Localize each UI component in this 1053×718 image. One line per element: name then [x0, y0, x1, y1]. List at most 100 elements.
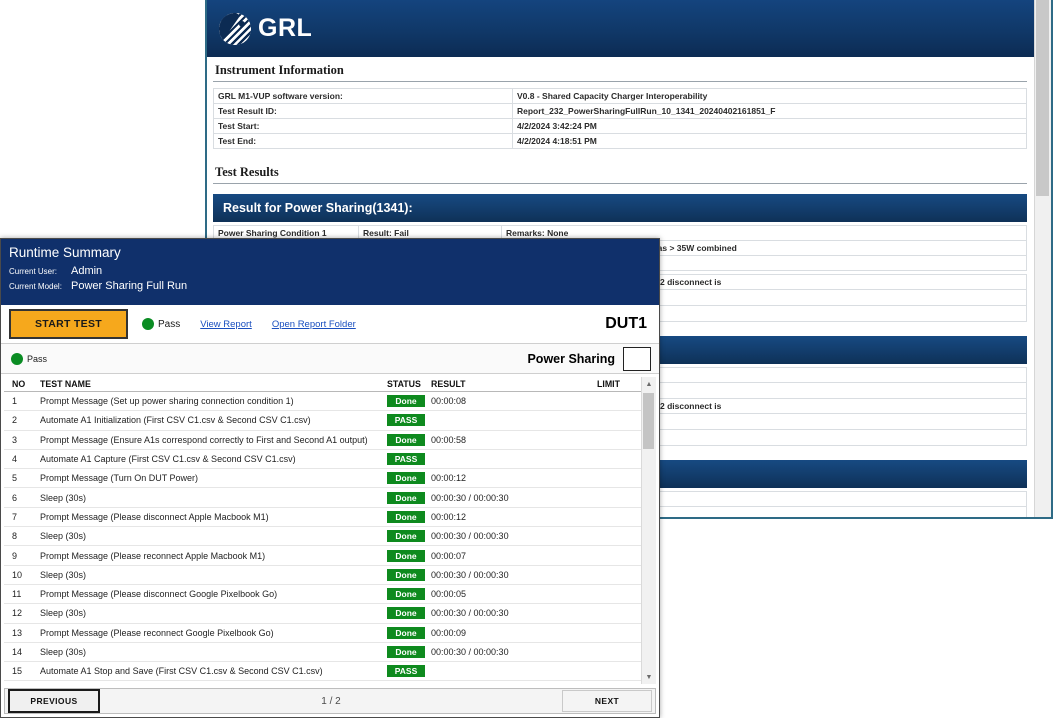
- row-number: 7: [4, 507, 37, 526]
- status-badge: Done: [387, 530, 425, 542]
- row-limit: [594, 392, 642, 411]
- row-test-name: Prompt Message (Please reconnect Apple M…: [37, 546, 384, 565]
- next-button[interactable]: NEXT: [562, 690, 652, 712]
- grid-scrollbar-thumb[interactable]: [643, 393, 654, 449]
- row-limit: [594, 411, 642, 430]
- row-status-cell: Done: [384, 546, 428, 565]
- runtime-suite-bar: Pass Power Sharing: [1, 344, 659, 374]
- scroll-up-arrow-icon[interactable]: ▲: [642, 377, 656, 391]
- table-row[interactable]: 8Sleep (30s)Done00:00:30 / 00:00:30: [4, 527, 642, 546]
- table-row: GRL M1-VUP software version:V0.8 - Share…: [214, 89, 1027, 104]
- row-test-name: Prompt Message (Set up power sharing con…: [37, 392, 384, 411]
- status-badge: PASS: [387, 665, 425, 677]
- current-model-value: Power Sharing Full Run: [71, 280, 187, 292]
- row-result: [428, 681, 594, 684]
- row-status-cell: PASS: [384, 662, 428, 681]
- row-number: 10: [4, 565, 37, 584]
- status-badge: PASS: [387, 414, 425, 426]
- row-result: 00:00:12: [428, 469, 594, 488]
- table-row[interactable]: 12Sleep (30s)Done00:00:30 / 00:00:30: [4, 604, 642, 623]
- row-status-cell: Done: [384, 565, 428, 584]
- row-number: 16: [4, 681, 37, 684]
- row-test-name: Sleep (30s): [37, 604, 384, 623]
- table-row[interactable]: 1Prompt Message (Set up power sharing co…: [4, 392, 642, 411]
- runtime-footer-nav: PREVIOUS 1 / 2 NEXT: [4, 688, 656, 714]
- table-row[interactable]: 3Prompt Message (Ensure A1s correspond c…: [4, 430, 642, 449]
- status-badge: Done: [387, 569, 425, 581]
- column-header-no[interactable]: NO: [4, 377, 37, 392]
- test-results-grid-wrapper: NO TEST NAME STATUS RESULT LIMIT 1Prompt…: [4, 377, 656, 684]
- row-result: 00:00:30 / 00:00:30: [428, 488, 594, 507]
- report-scrollbar-thumb[interactable]: [1036, 0, 1049, 196]
- table-row[interactable]: 7Prompt Message (Please disconnect Apple…: [4, 507, 642, 526]
- table-row: Test Result ID:Report_232_PowerSharingFu…: [214, 104, 1027, 119]
- current-user-value: Admin: [71, 265, 102, 277]
- info-key: GRL M1-VUP software version:: [214, 89, 513, 104]
- row-limit: [594, 623, 642, 642]
- column-header-name[interactable]: TEST NAME: [37, 377, 384, 392]
- status-badge: PASS: [387, 453, 425, 465]
- table-row[interactable]: 16Process CSV For Power Sharing (First C…: [4, 681, 642, 684]
- column-header-status[interactable]: STATUS: [384, 377, 428, 392]
- grid-vertical-scrollbar[interactable]: ▲ ▼: [641, 377, 656, 684]
- row-result: 00:00:07: [428, 546, 594, 565]
- column-header-limit[interactable]: LIMIT: [594, 377, 642, 392]
- previous-button[interactable]: PREVIOUS: [8, 689, 100, 713]
- row-limit: [594, 681, 642, 684]
- table-row[interactable]: 2Automate A1 Initialization (First CSV C…: [4, 411, 642, 430]
- row-limit: [594, 507, 642, 526]
- status-badge: Done: [387, 588, 425, 600]
- row-limit: [594, 430, 642, 449]
- row-number: 14: [4, 642, 37, 661]
- table-row[interactable]: 11Prompt Message (Please disconnect Goog…: [4, 584, 642, 603]
- row-number: 3: [4, 430, 37, 449]
- view-report-link[interactable]: View Report: [200, 319, 252, 330]
- row-status-cell: PASS: [384, 411, 428, 430]
- start-test-button[interactable]: START TEST: [9, 309, 128, 339]
- status-dot-icon: [142, 318, 154, 330]
- row-number: 15: [4, 662, 37, 681]
- status-badge: Done: [387, 434, 425, 446]
- info-value: 4/2/2024 4:18:51 PM: [513, 134, 1027, 149]
- info-key: Test Start:: [214, 119, 513, 134]
- table-row[interactable]: 6Sleep (30s)Done00:00:30 / 00:00:30: [4, 488, 642, 507]
- info-key: Test End:: [214, 134, 513, 149]
- runtime-control-bar: START TEST Pass View Report Open Report …: [1, 305, 659, 344]
- row-test-name: Automate A1 Stop and Save (First CSV C1.…: [37, 662, 384, 681]
- suite-checkbox[interactable]: [623, 347, 651, 371]
- row-test-name: Sleep (30s): [37, 642, 384, 661]
- row-result: 00:00:30 / 00:00:30: [428, 642, 594, 661]
- page-indicator: 1 / 2: [103, 696, 559, 707]
- row-result: [428, 449, 594, 468]
- open-report-folder-link[interactable]: Open Report Folder: [272, 319, 356, 330]
- row-result: [428, 662, 594, 681]
- table-row[interactable]: 5Prompt Message (Turn On DUT Power)Done0…: [4, 469, 642, 488]
- row-number: 2: [4, 411, 37, 430]
- table-row[interactable]: 15Automate A1 Stop and Save (First CSV C…: [4, 662, 642, 681]
- row-limit: [594, 662, 642, 681]
- row-result: 00:00:58: [428, 430, 594, 449]
- report-vertical-scrollbar[interactable]: [1034, 0, 1051, 517]
- table-row[interactable]: 14Sleep (30s)Done00:00:30 / 00:00:30: [4, 642, 642, 661]
- row-result: 00:00:30 / 00:00:30: [428, 604, 594, 623]
- test-results-grid: NO TEST NAME STATUS RESULT LIMIT 1Prompt…: [4, 377, 642, 684]
- table-row: Test Start:4/2/2024 3:42:24 PM: [214, 119, 1027, 134]
- info-value: 4/2/2024 3:42:24 PM: [513, 119, 1027, 134]
- row-status-cell: Done: [384, 584, 428, 603]
- row-number: 1: [4, 392, 37, 411]
- table-row[interactable]: 4Automate A1 Capture (First CSV C1.csv &…: [4, 449, 642, 468]
- table-row[interactable]: 10Sleep (30s)Done00:00:30 / 00:00:30: [4, 565, 642, 584]
- table-row[interactable]: 13Prompt Message (Please reconnect Googl…: [4, 623, 642, 642]
- row-result: 00:00:30 / 00:00:30: [428, 527, 594, 546]
- grl-wordmark: GRL: [258, 14, 312, 43]
- test-results-heading: Test Results: [213, 159, 1027, 184]
- instrument-information-table: GRL M1-VUP software version:V0.8 - Share…: [213, 88, 1027, 149]
- row-test-name: Prompt Message (Turn On DUT Power): [37, 469, 384, 488]
- row-limit: [594, 449, 642, 468]
- row-status-cell: PASS: [384, 449, 428, 468]
- scroll-down-arrow-icon[interactable]: ▼: [642, 670, 656, 684]
- table-row[interactable]: 9Prompt Message (Please reconnect Apple …: [4, 546, 642, 565]
- column-header-result[interactable]: RESULT: [428, 377, 594, 392]
- row-test-name: Prompt Message (Ensure A1s correspond co…: [37, 430, 384, 449]
- status-badge: Done: [387, 646, 425, 658]
